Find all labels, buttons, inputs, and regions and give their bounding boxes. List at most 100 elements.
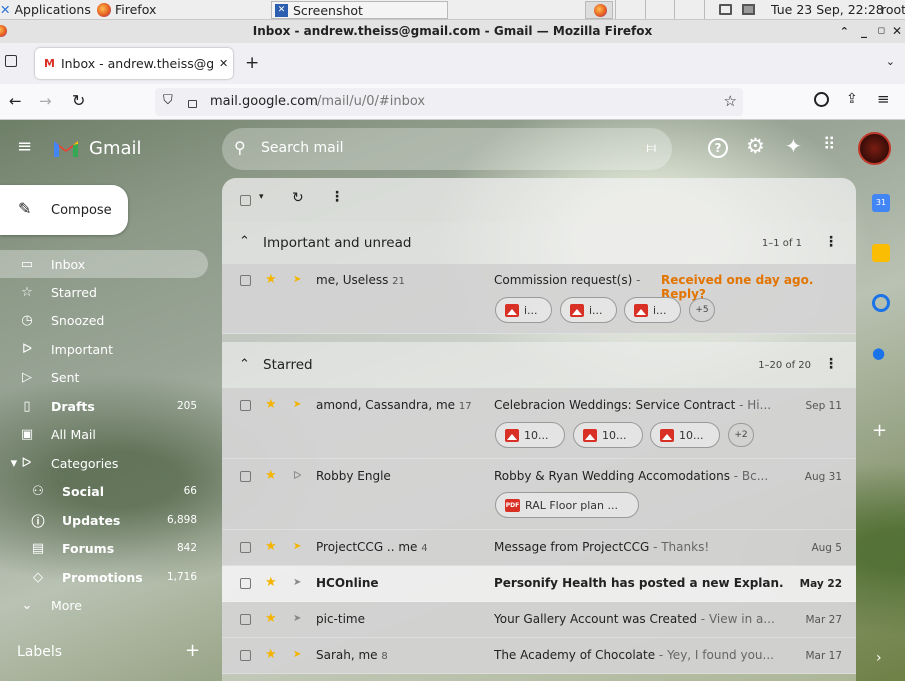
star-icon[interactable]: ★ [265,272,277,287]
minimize-button[interactable]: _ [861,20,867,43]
section-options-icon[interactable]: ⋮ [824,356,838,372]
attachment-chip[interactable]: 10... [495,422,565,448]
keep-icon[interactable] [872,244,890,262]
select-all-checkbox[interactable] [240,195,251,206]
collapse-chevron-icon[interactable]: ⌃ [239,234,250,249]
table-row[interactable]: ★ ➤ amond, Cassandra, me 17 Celebracion … [222,388,856,459]
collapse-chevron-icon[interactable]: ⌃ [239,357,250,372]
sidebar-item-updates[interactable]: ⓘ Updates 6,898 [0,506,208,534]
more-actions-icon[interactable]: ⋮ [330,189,344,205]
taskbar-screenshot-window[interactable]: ✕ Screenshot [271,1,448,19]
table-row[interactable]: ★ ➤ pic-time Your Gallery Account was Cr… [222,602,856,638]
important-marker-icon[interactable]: ➤ [293,274,301,285]
share-icon[interactable]: ⇪ [846,91,858,107]
tab-list-icon[interactable] [5,55,17,67]
sidebar-item-promotions[interactable]: ◇ Promotions 1,716 [0,563,208,591]
forward-button[interactable]: → [39,92,52,110]
new-tab-button[interactable]: + [245,53,259,73]
apps-grid-icon[interactable]: ⠿ [823,135,835,155]
row-checkbox[interactable] [240,614,251,625]
search-input[interactable]: Search mail [261,140,344,156]
back-button[interactable]: ← [9,92,22,110]
applications-menu[interactable]: ✕ Applications ⋮ [0,1,107,19]
reload-button[interactable]: ↻ [72,91,85,110]
more-attachments-badge[interactable]: +2 [728,423,754,447]
star-icon[interactable]: ★ [265,539,277,554]
star-icon[interactable]: ★ [265,397,277,412]
sidebar-item-sent[interactable]: ▷ Sent [0,363,208,391]
select-dropdown-icon[interactable]: ▾ [259,192,264,202]
important-marker-icon[interactable]: ➤ [293,541,301,552]
calendar-icon[interactable]: 31 [872,194,890,212]
table-row[interactable]: ★ ➤ ProjectCCG .. me 4 Message from Proj… [222,530,856,566]
table-row[interactable]: ★ ➤ Sarah, me 8 The Academy of Chocolate… [222,638,856,674]
gmail-logo-icon[interactable] [52,137,80,159]
section-header-important[interactable]: ⌃ Important and unread 1–1 of 1 ⋮ [222,222,856,264]
important-marker-icon[interactable]: ➤ [293,399,301,410]
attachment-chip[interactable]: 10... [573,422,643,448]
more-attachments-badge[interactable]: +5 [689,298,715,322]
maximize-button[interactable]: ◻ [878,20,885,43]
star-icon[interactable]: ★ [265,611,277,626]
close-window-button[interactable]: ✕ [892,20,902,43]
lock-icon[interactable] [188,100,197,108]
add-label-button[interactable]: + [185,640,200,661]
star-icon[interactable]: ★ [265,647,277,662]
url-field[interactable]: ⛉ mail.google.com /mail/u/0/#inbox ☆ [155,88,743,116]
important-marker-icon[interactable]: ➤ [293,649,301,660]
tasks-icon[interactable] [872,294,890,312]
compose-button[interactable]: ✎ Compose [0,185,128,235]
taskbar-firefox-window[interactable] [585,1,613,19]
not-important-marker-icon[interactable]: ➤ [293,613,301,624]
not-important-marker-icon[interactable]: ᐅ [293,469,301,482]
not-important-marker-icon[interactable]: ➤ [293,577,301,588]
workspace-switcher[interactable] [615,0,706,19]
table-row[interactable]: ★ ᐅ Robby Engle Robby & Ryan Wedding Acc… [222,459,856,530]
bookmark-star-icon[interactable]: ☆ [724,92,737,110]
help-icon[interactable]: ? [708,138,728,158]
attachment-chip[interactable]: PDF RAL Floor plan ... [495,492,639,518]
sidebar-item-all-mail[interactable]: ▣ All Mail [0,420,208,448]
sidebar-item-more[interactable]: ⌄ More [0,591,208,619]
search-options-icon[interactable]: ⧦ [647,138,656,156]
row-checkbox[interactable] [240,275,251,286]
sidebar-item-forums[interactable]: ▤ Forums 842 [0,534,208,562]
close-tab-icon[interactable]: ✕ [219,57,228,70]
tracking-protection-icon[interactable]: ⛉ [163,93,173,108]
section-header-starred[interactable]: ⌃ Starred 1–20 of 20 ⋮ [222,342,856,388]
sidebar-item-starred[interactable]: ☆ Starred [0,278,208,306]
row-checkbox[interactable] [240,542,251,553]
user-label[interactable]: root [881,1,905,19]
menu-icon[interactable]: ≡ [877,90,890,108]
table-row-unread[interactable]: ★ ➤ HCOnline Personify Health has posted… [222,566,856,602]
avatar[interactable] [858,132,891,165]
tab-inbox[interactable]: M Inbox - andrew.theiss@gr ✕ [35,48,233,79]
refresh-icon[interactable]: ↻ [292,190,304,206]
gemini-sparkle-icon[interactable]: ✦ [785,134,802,158]
network-icon[interactable] [742,4,755,15]
search-bar[interactable]: ⚲ Search mail ⧦ [222,128,672,170]
search-icon[interactable]: ⚲ [234,138,246,157]
sidebar-item-categories[interactable]: ▾ ᐅ Categories [0,449,208,477]
sidebar-item-social[interactable]: ⚇ Social 66 [0,477,208,505]
show-side-panel-icon[interactable]: › [876,650,894,668]
attachment-chip[interactable]: i... [495,297,552,323]
contacts-icon[interactable]: ● [872,344,890,362]
sidebar-item-important[interactable]: ᐅ Important [0,335,208,363]
attachment-chip[interactable]: 10... [650,422,720,448]
row-checkbox[interactable] [240,471,251,482]
shade-button[interactable]: ⌃ [840,20,849,43]
add-addon-button[interactable]: + [872,420,890,441]
display-icon[interactable] [719,4,732,15]
attachment-chip[interactable]: i... [624,297,681,323]
sidebar-item-inbox[interactable]: ▭ Inbox [0,250,208,278]
clock[interactable]: Tue 23 Sep, 22:28 [771,1,884,19]
star-icon[interactable]: ★ [265,575,277,590]
sidebar-item-snoozed[interactable]: ◷ Snoozed [0,306,208,334]
main-menu-icon[interactable]: ≡ [17,136,32,157]
table-row[interactable]: ★ ➤ me, Useless 21 Commission request(s)… [222,264,856,334]
section-options-icon[interactable]: ⋮ [824,234,838,250]
row-checkbox[interactable] [240,650,251,661]
settings-gear-icon[interactable]: ⚙ [746,134,765,158]
attachment-chip[interactable]: i... [560,297,617,323]
